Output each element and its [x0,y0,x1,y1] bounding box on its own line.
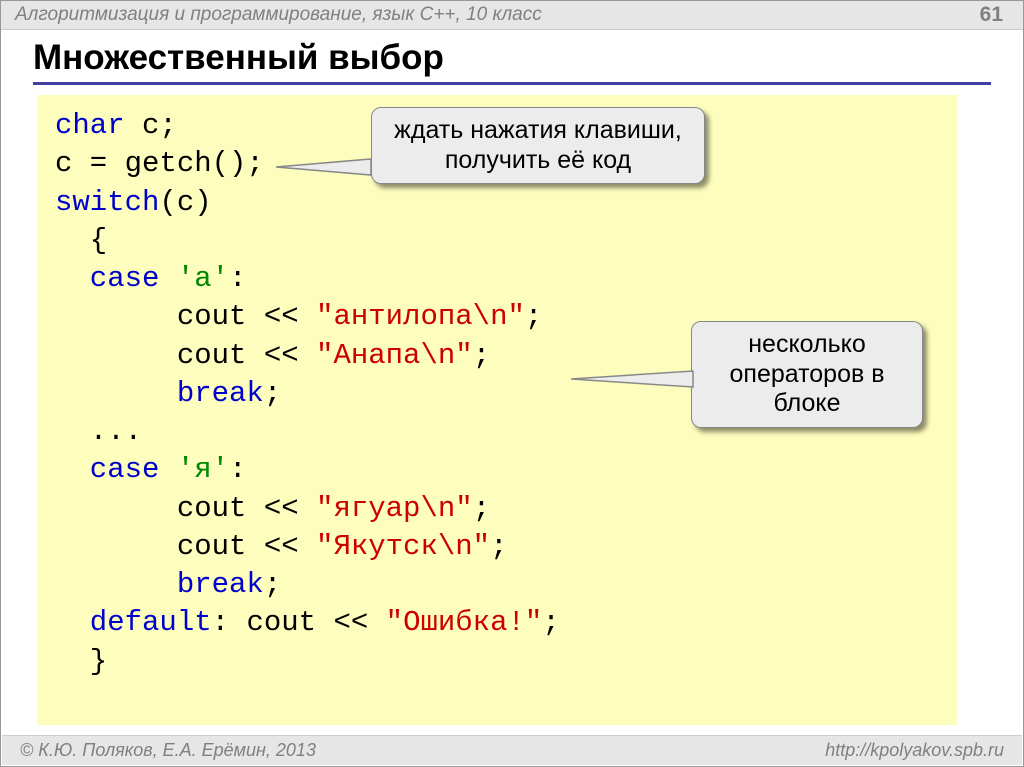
code-text: } [55,645,107,678]
header-bar: Алгоритмизация и программирование, язык … [1,1,1023,30]
slide-title: Множественный выбор [33,38,1023,78]
code-text: : cout << [212,606,386,639]
code-text: cout << [55,530,316,563]
code-text: c = getch(); [55,147,264,180]
code-text: c; [125,109,177,142]
kw-switch: switch [55,186,159,219]
kw-case: case [55,262,159,295]
footer-bar: © К.Ю. Поляков, Е.А. Ерёмин, 2013 http:/… [2,735,1022,765]
char-literal: 'я' [159,453,229,486]
string-literal: "антилопа\n" [316,300,525,333]
slide: Алгоритмизация и программирование, язык … [0,0,1024,767]
kw-default: default [55,606,212,639]
copyright-text: © К.Ю. Поляков, Е.А. Ерёмин, 2013 [20,740,316,761]
title-underline [33,82,991,85]
code-text: ; [264,377,281,410]
string-literal: "ягуар\n" [316,492,473,525]
code-text: cout << [55,300,316,333]
kw-break: break [55,568,264,601]
code-text: { [55,224,107,257]
code-text: cout << [55,492,316,525]
code-text: ; [525,300,542,333]
code-text: ; [473,339,490,372]
string-literal: "Анапа\n" [316,339,473,372]
code-text: ; [490,530,507,563]
kw-char: char [55,109,125,142]
url-text: http://kpolyakov.spb.ru [825,740,1004,761]
char-literal: 'а' [159,262,229,295]
code-text: (c) [159,186,211,219]
code-text: : [229,262,246,295]
code-text: ; [264,568,281,601]
code-text: ; [542,606,559,639]
subject-text: Алгоритмизация и программирование, язык … [15,4,542,26]
string-literal: "Ошибка!" [386,606,543,639]
code-text: cout << [55,339,316,372]
code-text: ... [55,415,142,448]
code-text: : [229,453,246,486]
string-literal: "Якутск\n" [316,530,490,563]
code-text: ; [473,492,490,525]
page-number: 61 [980,3,1003,27]
kw-case: case [55,453,159,486]
callout-getch: ждать нажатия клавиши, получить её код [371,107,705,184]
kw-break: break [55,377,264,410]
callout-block: несколько операторов в блоке [691,321,923,428]
